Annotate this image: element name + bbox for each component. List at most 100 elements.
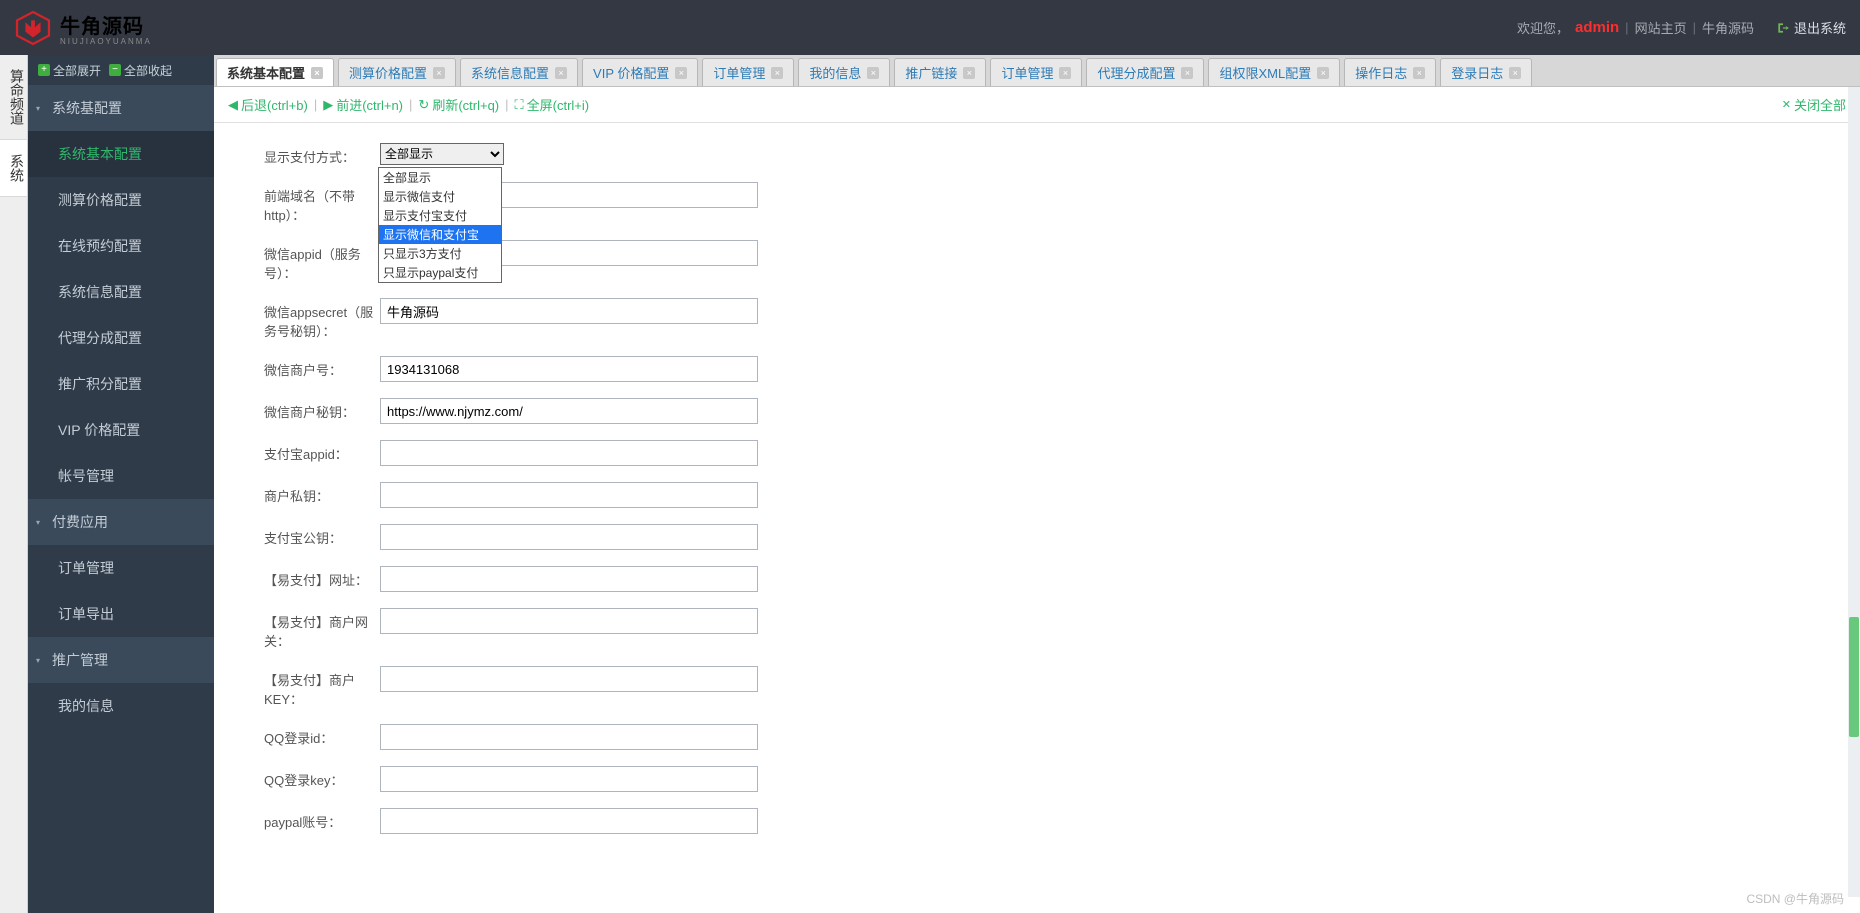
divider: | [1693, 20, 1696, 35]
ezf-gw-input[interactable] [380, 608, 758, 634]
exit-icon [1776, 21, 1790, 35]
sidebar: +全部展开 −全部收起 系统基配置 系统基本配置 测算价格配置 在线预约配置 系… [28, 55, 214, 913]
mch-label: 微信商户号： [264, 356, 380, 379]
close-icon[interactable]: × [433, 67, 445, 79]
expand-all-button[interactable]: +全部展开 [38, 62, 101, 79]
sidebar-item-price[interactable]: 测算价格配置 [28, 177, 214, 223]
sidebar-item-promo[interactable]: 推广积分配置 [28, 361, 214, 407]
collapse-all-button[interactable]: −全部收起 [109, 62, 172, 79]
sidebar-group-paid[interactable]: 付费应用 [28, 499, 214, 545]
divider: | [1625, 20, 1628, 35]
tabs: 系统基本配置× 测算价格配置× 系统信息配置× VIP 价格配置× 订单管理× … [214, 55, 1860, 87]
minus-icon: − [109, 64, 121, 76]
divider: | [409, 97, 412, 112]
close-icon[interactable]: × [675, 67, 687, 79]
ali-pub-label: 支付宝公钥： [264, 524, 380, 547]
close-icon[interactable]: × [555, 67, 567, 79]
close-icon[interactable]: × [1413, 67, 1425, 79]
user-name: admin [1575, 19, 1619, 36]
ali-pub-input[interactable] [380, 524, 758, 550]
close-icon[interactable]: × [1509, 67, 1521, 79]
dd-option-wx-ali[interactable]: 显示微信和支付宝 [379, 225, 501, 244]
qqid-label: QQ登录id： [264, 724, 380, 747]
sidebar-item-agent[interactable]: 代理分成配置 [28, 315, 214, 361]
ezf-key-input[interactable] [380, 666, 758, 692]
close-icon[interactable]: × [867, 67, 879, 79]
toolbar: ◀后退(ctrl+b) | ▶前进(ctrl+n) | ↻刷新(ctrl+q) … [214, 87, 1860, 123]
scrollbar-thumb[interactable] [1849, 617, 1859, 737]
tab-loginlog[interactable]: 登录日志× [1440, 58, 1532, 86]
tab-promolink[interactable]: 推广链接× [894, 58, 986, 86]
forward-button[interactable]: ▶前进(ctrl+n) [323, 95, 403, 114]
sidebar-item-vip[interactable]: VIP 价格配置 [28, 407, 214, 453]
column-nav: 算命频道 系统 [0, 55, 28, 913]
tab-orders2[interactable]: 订单管理× [990, 58, 1082, 86]
close-all-button[interactable]: ✕关闭全部 [1782, 95, 1846, 114]
pay-method-dropdown: 全部显示 显示微信支付 显示支付宝支付 显示微信和支付宝 只显示3方支付 只显示… [378, 167, 502, 283]
header: 牛角源码 NIUJIAOYUANMA 欢迎您， admin | 网站主页 | 牛… [0, 0, 1860, 55]
mchkey-input[interactable] [380, 398, 758, 424]
mch-priv-label: 商户私钥： [264, 482, 380, 505]
tab-xml[interactable]: 组权限XML配置× [1208, 58, 1340, 86]
domain-label: 前端域名（不带http）： [264, 182, 380, 224]
refresh-button[interactable]: ↻刷新(ctrl+q) [418, 95, 499, 114]
tab-oplog[interactable]: 操作日志× [1344, 58, 1436, 86]
paypal-input[interactable] [380, 808, 758, 834]
ali-appid-label: 支付宝appid： [264, 440, 380, 463]
sidebar-group-system[interactable]: 系统基配置 [28, 85, 214, 131]
mch-input[interactable] [380, 356, 758, 382]
col-nav-fortune[interactable]: 算命频道 [0, 55, 27, 140]
col-nav-system[interactable]: 系统 [0, 140, 27, 197]
close-icon[interactable]: × [963, 67, 975, 79]
logo-icon [14, 9, 52, 47]
close-icon[interactable]: × [311, 67, 323, 79]
ali-appid-input[interactable] [380, 440, 758, 466]
fullscreen-button[interactable]: ⛶全屏(ctrl+i) [515, 95, 590, 114]
dd-option-3rd[interactable]: 只显示3方支付 [379, 244, 501, 263]
tab-vip[interactable]: VIP 价格配置× [582, 58, 698, 86]
sidebar-item-sysbase[interactable]: 系统基本配置 [28, 131, 214, 177]
sidebar-item-booking[interactable]: 在线预约配置 [28, 223, 214, 269]
divider: | [314, 97, 317, 112]
tab-sysinfo[interactable]: 系统信息配置× [460, 58, 578, 86]
mchkey-label: 微信商户秘钥： [264, 398, 380, 421]
exit-button[interactable]: 退出系统 [1776, 18, 1846, 37]
tab-myinfo[interactable]: 我的信息× [798, 58, 890, 86]
secret-label: 微信appsecret（服务号秘钥）： [264, 298, 380, 340]
sidebar-item-export[interactable]: 订单导出 [28, 591, 214, 637]
ezf-gw-label: 【易支付】商户网关： [264, 608, 380, 650]
link-site-home[interactable]: 网站主页 [1635, 18, 1687, 37]
dd-option-wx[interactable]: 显示微信支付 [379, 187, 501, 206]
tab-price[interactable]: 测算价格配置× [338, 58, 456, 86]
back-button[interactable]: ◀后退(ctrl+b) [228, 95, 308, 114]
sidebar-item-myinfo[interactable]: 我的信息 [28, 683, 214, 729]
arrow-left-icon: ◀ [228, 97, 238, 113]
tab-orders[interactable]: 订单管理× [702, 58, 794, 86]
ezf-url-input[interactable] [380, 566, 758, 592]
mch-priv-input[interactable] [380, 482, 758, 508]
qqkey-input[interactable] [380, 766, 758, 792]
qqid-input[interactable] [380, 724, 758, 750]
dd-option-ali[interactable]: 显示支付宝支付 [379, 206, 501, 225]
welcome-text: 欢迎您， [1517, 18, 1569, 37]
tab-agent[interactable]: 代理分成配置× [1086, 58, 1204, 86]
brand-text: 牛角源码 [60, 10, 152, 39]
close-icon[interactable]: × [1181, 67, 1193, 79]
close-icon[interactable]: × [1059, 67, 1071, 79]
ezf-key-label: 【易支付】商户KEY： [264, 666, 380, 708]
tab-sysbase[interactable]: 系统基本配置× [216, 58, 334, 86]
pay-method-select[interactable]: 全部显示 [380, 143, 504, 165]
link-brand[interactable]: 牛角源码 [1702, 18, 1754, 37]
dd-option-all[interactable]: 全部显示 [379, 168, 501, 187]
sidebar-item-account[interactable]: 帐号管理 [28, 453, 214, 499]
secret-input[interactable] [380, 298, 758, 324]
paypal-label: paypal账号： [264, 808, 380, 831]
sidebar-item-orders[interactable]: 订单管理 [28, 545, 214, 591]
close-icon[interactable]: × [771, 67, 783, 79]
dd-option-paypal[interactable]: 只显示paypal支付 [379, 263, 501, 282]
sidebar-item-sysinfo[interactable]: 系统信息配置 [28, 269, 214, 315]
sidebar-group-promote[interactable]: 推广管理 [28, 637, 214, 683]
close-icon[interactable]: × [1317, 67, 1329, 79]
scrollbar[interactable] [1848, 87, 1860, 897]
appid-label: 微信appid（服务号）： [264, 240, 380, 282]
